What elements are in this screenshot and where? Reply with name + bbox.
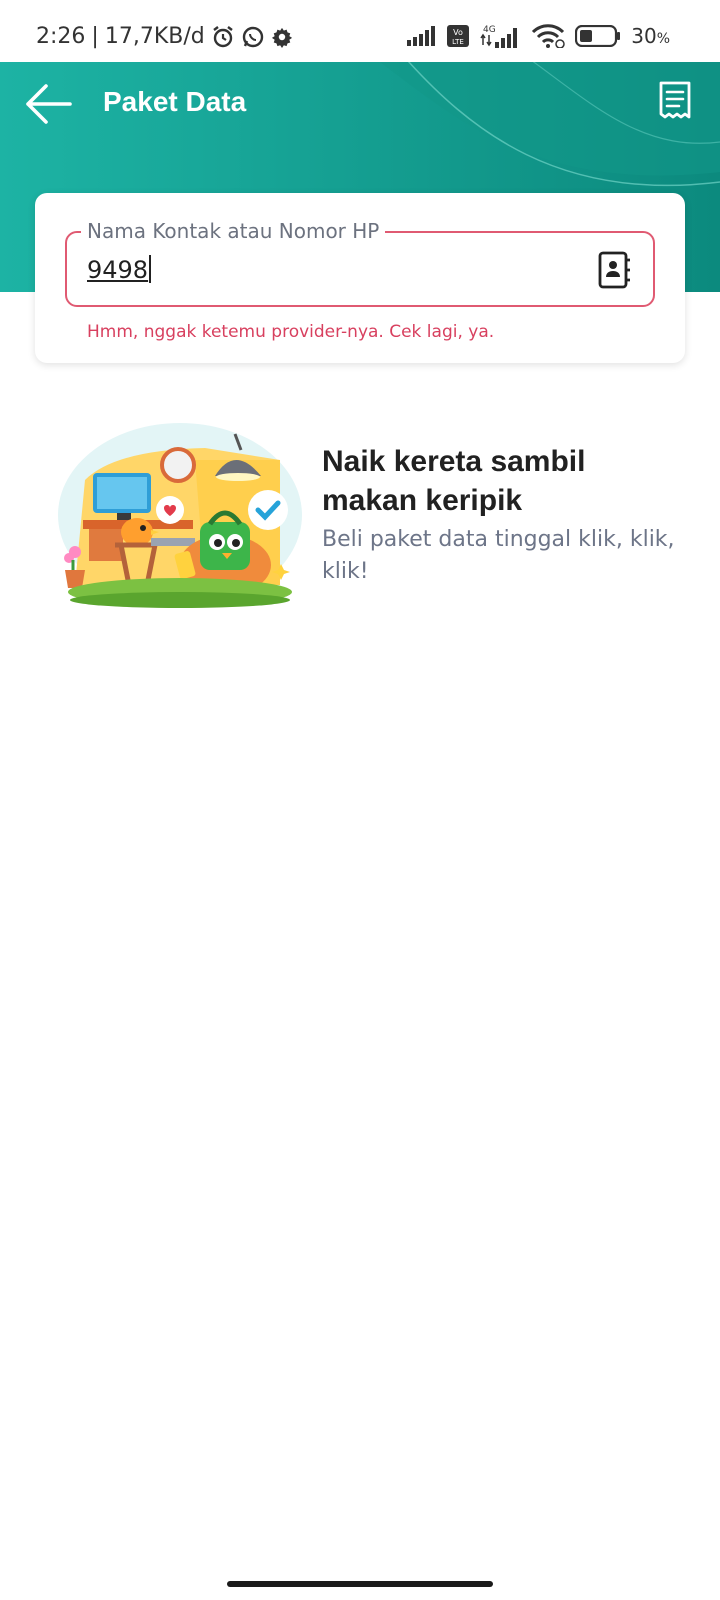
home-indicator[interactable] [227, 1581, 493, 1587]
phone-number-field[interactable]: Nama Kontak atau Nomor HP 9498 [65, 219, 655, 307]
alarm-icon [211, 25, 235, 49]
status-left: 2:26 | 17,7KB/d [36, 24, 293, 49]
transaction-history-button[interactable] [658, 80, 692, 122]
battery-percent-value: 30 [631, 24, 657, 48]
4g-signal-icon: 4G [479, 24, 521, 48]
phone-field-label: Nama Kontak atau Nomor HP [81, 219, 386, 243]
arrow-left-icon [26, 84, 72, 124]
receipt-icon [659, 81, 691, 119]
wifi-icon [531, 24, 565, 48]
phone-input-card: Nama Kontak atau Nomor HP 9498 Hmm, ngga… [35, 193, 685, 363]
promo-banner: Naik kereta sambil makan keripik Beli pa… [55, 420, 685, 615]
volte-icon: Vo LTE [447, 25, 470, 47]
page-title: Paket Data [103, 86, 247, 117]
signal-icon [407, 26, 437, 46]
contact-picker-button[interactable] [597, 251, 631, 289]
status-time: 2:26 [36, 24, 86, 49]
settings-gear-icon [271, 26, 293, 48]
svg-text:Vo: Vo [453, 28, 463, 37]
battery-percent: 30% [631, 24, 670, 48]
network-speed: 17,7KB/d [104, 24, 205, 49]
promo-title: Naik kereta sambil makan keripik [322, 445, 586, 517]
status-right: Vo LTE 4G 30% [407, 24, 670, 48]
svg-text:4G: 4G [483, 25, 496, 35]
promo-illustration [58, 423, 302, 608]
whatsapp-icon [241, 25, 265, 49]
error-message: Hmm, nggak ketemu provider-nya. Cek lagi… [87, 322, 495, 342]
status-separator: | [91, 24, 99, 49]
battery-percent-unit: % [656, 31, 670, 47]
svg-text:LTE: LTE [452, 38, 464, 46]
promo-subtitle: Beli paket data tinggal klik, klik, klik… [322, 527, 675, 584]
contact-book-icon [598, 251, 630, 289]
phone-number-input[interactable]: 9498 [87, 255, 151, 284]
battery-icon [575, 25, 621, 47]
status-bar: 2:26 | 17,7KB/d Vo LTE 4G 30% [0, 0, 720, 62]
back-button[interactable] [24, 82, 76, 126]
